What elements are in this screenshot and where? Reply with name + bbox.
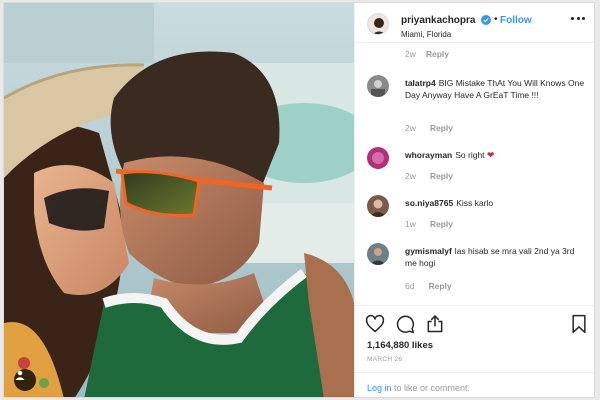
comment-item: so.niya8765 Kiss karlo 1w Reply — [367, 195, 589, 231]
login-prompt-rest: to like or comment. — [391, 383, 471, 393]
login-prompt-text: Log in to like or comment. — [367, 383, 470, 393]
reply-button[interactable]: Reply — [430, 171, 453, 181]
reply-button[interactable]: Reply — [426, 49, 449, 59]
commenter-username[interactable]: gymismalyf — [405, 246, 452, 256]
verified-badge-icon — [481, 15, 491, 25]
author-username[interactable]: priyankachopra — [401, 15, 475, 26]
comment-time: 2w — [405, 171, 416, 181]
share-icon[interactable] — [425, 314, 445, 334]
commenter-avatar[interactable] — [367, 75, 389, 97]
user-tag-icon[interactable] — [14, 369, 36, 391]
comment-time: 2w — [405, 49, 416, 59]
commenter-username[interactable]: so.niya8765 — [405, 198, 453, 208]
commenter-username[interactable]: talatrp4 — [405, 78, 436, 88]
instagram-post: priyankachopra • Follow Miami, Florida 2… — [3, 2, 595, 398]
commenter-avatar[interactable] — [367, 147, 389, 169]
reply-button[interactable]: Reply — [430, 219, 453, 229]
more-options-icon[interactable] — [571, 17, 585, 21]
comment-text: whorayman So right ❤ — [405, 149, 587, 161]
post-photo[interactable] — [4, 3, 354, 397]
commenter-avatar[interactable] — [367, 243, 389, 265]
post-location[interactable]: Miami, Florida — [401, 30, 451, 39]
previous-comment-meta: 2w Reply — [405, 49, 449, 59]
post-actions: 1,164,880 likes MARCH 26 Log in to like … — [355, 305, 594, 397]
comments-list[interactable]: 2w Reply talatrp4 BIG Mistake ThAt You Wil… — [355, 43, 594, 305]
comment-time: 1w — [405, 219, 416, 229]
follow-button[interactable]: Follow — [500, 15, 532, 26]
comment-item: gymismalyf las hisab se mra vali 2nd ya 3… — [367, 243, 589, 293]
comment-body: So right — [455, 150, 485, 160]
post-sidebar: priyankachopra • Follow Miami, Florida 2… — [354, 3, 594, 397]
comment-meta: 2w Reply — [405, 171, 453, 181]
comment-item: talatrp4 BIG Mistake ThAt You Will Knows … — [367, 75, 589, 135]
heart-icon[interactable] — [365, 314, 385, 334]
comment-meta: 6d Reply — [405, 281, 452, 291]
post-header: priyankachopra • Follow Miami, Florida — [355, 3, 594, 43]
comment-time: 6d — [405, 281, 415, 291]
author-avatar[interactable] — [367, 13, 389, 35]
bookmark-icon[interactable] — [569, 314, 589, 334]
commenter-avatar[interactable] — [367, 195, 389, 217]
login-link[interactable]: Log in — [367, 383, 392, 393]
post-date[interactable]: MARCH 26 — [367, 356, 402, 363]
separator-dot: • — [494, 14, 498, 25]
comment-text: so.niya8765 Kiss karlo — [405, 197, 587, 209]
likes-count[interactable]: 1,164,880 likes — [367, 340, 433, 351]
login-prompt: Log in to like or comment. — [355, 372, 594, 397]
comment-time: 2w — [405, 123, 416, 133]
comment-body: Kiss karlo — [456, 198, 494, 208]
comment-text: talatrp4 BIG Mistake ThAt You Will Knows … — [405, 77, 587, 101]
reply-button[interactable]: Reply — [430, 123, 453, 133]
comment-meta: 2w Reply — [405, 123, 453, 133]
comment-icon[interactable] — [395, 314, 415, 334]
heart-emoji-icon: ❤ — [486, 150, 495, 160]
post-image — [4, 3, 354, 397]
reply-button[interactable]: Reply — [428, 281, 451, 291]
comment-meta: 1w Reply — [405, 219, 453, 229]
commenter-username[interactable]: whorayman — [405, 150, 452, 160]
comment-item: whorayman So right ❤ 2w Reply — [367, 147, 589, 183]
comment-text: gymismalyf las hisab se mra vali 2nd ya 3… — [405, 245, 587, 269]
